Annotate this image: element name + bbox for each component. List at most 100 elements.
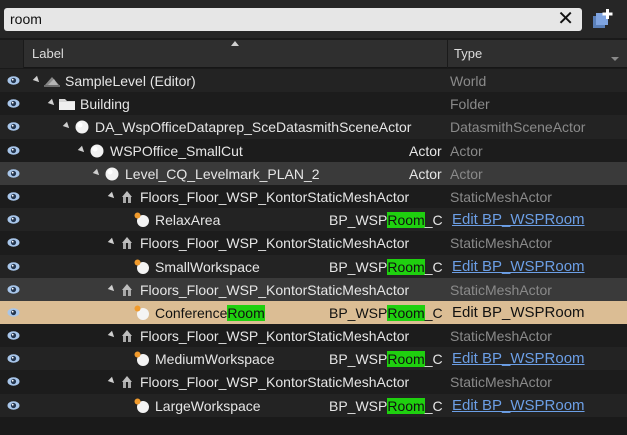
blueprint-actor-icon bbox=[133, 211, 151, 228]
blueprint-actor-icon bbox=[133, 397, 151, 414]
label-column-header[interactable]: Label bbox=[24, 40, 448, 68]
edit-blueprint-link[interactable]: Edit BP_WSPRoom bbox=[452, 258, 585, 275]
row-class-name: BP_WSPRoom_C bbox=[329, 304, 443, 321]
row-label: Floors_Floor_WSP_KontorStaticMeshActor bbox=[140, 281, 410, 298]
tree-row[interactable]: SampleLevel (Editor) World bbox=[0, 69, 627, 93]
tree-row[interactable]: Building Folder bbox=[0, 92, 627, 116]
label-column-title: Label bbox=[32, 46, 64, 61]
tree-row[interactable]: RelaxArea BP_WSPRoom_C Edit BP_WSPRoom bbox=[0, 208, 627, 232]
row-type: StaticMeshActor bbox=[450, 235, 552, 252]
search-match-highlight: Room bbox=[387, 212, 425, 229]
visibility-eye-icon[interactable] bbox=[7, 120, 20, 133]
static-mesh-icon bbox=[118, 188, 136, 205]
folder-icon bbox=[58, 95, 76, 112]
visibility-eye-icon[interactable] bbox=[7, 74, 20, 87]
expand-arrow-icon[interactable] bbox=[107, 284, 117, 293]
visibility-eye-icon[interactable] bbox=[7, 283, 20, 296]
search-input-value: room bbox=[10, 11, 42, 27]
visibility-eye-icon[interactable] bbox=[7, 213, 20, 226]
row-type: StaticMeshActor bbox=[450, 374, 552, 391]
expand-arrow-icon[interactable] bbox=[47, 98, 57, 108]
tree-row[interactable]: Floors_Floor_WSP_KontorStaticMeshActor St… bbox=[0, 184, 627, 209]
search-match-highlight: Room bbox=[387, 258, 425, 275]
visibility-eye-icon[interactable] bbox=[7, 306, 20, 319]
chevron-down-icon[interactable] bbox=[611, 57, 619, 61]
static-mesh-icon bbox=[118, 327, 136, 344]
visibility-eye-icon[interactable] bbox=[7, 190, 20, 203]
search-match-highlight: Room bbox=[387, 304, 425, 321]
row-label: Level_CQ_Levelmark_PLAN_2 bbox=[125, 165, 320, 182]
edit-blueprint-link[interactable]: Edit BP_WSPRoom bbox=[452, 304, 585, 321]
row-class-name: BP_WSPRoom_C bbox=[329, 258, 443, 275]
tree-row[interactable]: LargeWorkspace BP_WSPRoom_C Edit BP_WSPRoo… bbox=[0, 393, 627, 417]
row-type: StaticMeshActor bbox=[450, 188, 552, 205]
row-type: Folder bbox=[450, 96, 490, 113]
expand-arrow-icon[interactable] bbox=[32, 75, 42, 85]
row-label: MediumWorkspace bbox=[155, 351, 275, 368]
row-label: Floors_Floor_WSP_KontorStaticMeshActor bbox=[140, 188, 410, 205]
row-type: World bbox=[450, 73, 487, 89]
expand-arrow-icon[interactable] bbox=[77, 145, 87, 154]
blueprint-actor-icon bbox=[133, 258, 151, 275]
tree-row[interactable]: Level_CQ_Levelmark_PLAN_2 Actor Actor bbox=[0, 161, 627, 185]
row-label: WSPOffice_SmallCut bbox=[110, 142, 243, 159]
expand-arrow-icon[interactable] bbox=[107, 238, 117, 247]
visibility-eye-icon[interactable] bbox=[7, 236, 20, 249]
edit-blueprint-link[interactable]: Edit BP_WSPRoom bbox=[452, 350, 585, 367]
visibility-column-header[interactable] bbox=[0, 40, 24, 68]
tree-row[interactable]: Floors_Floor_WSP_KontorStaticMeshActor St… bbox=[0, 277, 627, 301]
expand-arrow-icon[interactable] bbox=[62, 122, 72, 131]
row-label: Floors_Floor_WSP_KontorStaticMeshActor bbox=[140, 328, 410, 345]
row-label: RelaxArea bbox=[155, 212, 221, 229]
visibility-eye-icon[interactable] bbox=[7, 144, 20, 157]
tree-row[interactable]: Floors_Floor_WSP_KontorStaticMeshActor St… bbox=[0, 324, 627, 348]
row-class-name: Actor bbox=[409, 165, 442, 182]
row-class-name: BP_WSPRoom_C bbox=[329, 212, 443, 229]
row-label: SampleLevel (Editor) bbox=[65, 73, 196, 89]
visibility-eye-icon[interactable] bbox=[7, 399, 20, 412]
add-actor-icon[interactable] bbox=[590, 8, 614, 32]
type-column-header[interactable]: Type bbox=[448, 40, 627, 68]
tree-row[interactable]: DA_WspOfficeDataprep_SceDatasmithSceneAc… bbox=[0, 115, 627, 139]
visibility-eye-icon[interactable] bbox=[7, 375, 20, 388]
search-input[interactable]: room ✕ bbox=[4, 8, 582, 31]
expand-arrow-icon[interactable] bbox=[107, 330, 117, 340]
outliner-tree: SampleLevel (Editor) World Building Folder D… bbox=[0, 69, 627, 417]
tree-row[interactable]: WSPOffice_SmallCut Actor Actor bbox=[0, 138, 627, 162]
row-type: Actor bbox=[450, 165, 483, 182]
search-match-highlight: Room bbox=[387, 351, 425, 368]
row-label: Floors_Floor_WSP_KontorStaticMeshActor bbox=[140, 374, 410, 391]
row-label: LargeWorkspace bbox=[155, 397, 261, 414]
row-type: DatasmithSceneActor bbox=[450, 119, 586, 136]
search-match-highlight: Room bbox=[387, 397, 425, 414]
tree-row[interactable]: MediumWorkspace BP_WSPRoom_C Edit BP_WSPRo… bbox=[0, 347, 627, 371]
tree-row[interactable]: SmallWorkspace BP_WSPRoom_C Edit BP_WSPRoo… bbox=[0, 254, 627, 278]
row-label: DA_WspOfficeDataprep_SceDatasmithSceneAc… bbox=[95, 119, 412, 136]
blueprint-actor-icon bbox=[133, 304, 151, 321]
tree-row[interactable]: Floors_Floor_WSP_KontorStaticMeshActor St… bbox=[0, 231, 627, 255]
actor-sphere-icon bbox=[73, 118, 91, 135]
row-type: Actor bbox=[450, 142, 483, 159]
edit-blueprint-link[interactable]: Edit BP_WSPRoom bbox=[452, 397, 585, 414]
tree-row[interactable]: Floors_Floor_WSP_KontorStaticMeshActor St… bbox=[0, 370, 627, 394]
tree-row[interactable]: ConferenceRoom BP_WSPRoom_C Edit BP_WSPRoo… bbox=[0, 300, 627, 325]
column-header: Label Type bbox=[0, 40, 627, 68]
visibility-eye-icon[interactable] bbox=[7, 352, 20, 365]
expand-arrow-icon[interactable] bbox=[107, 191, 117, 201]
search-toolbar: room ✕ bbox=[0, 0, 627, 38]
expand-arrow-icon[interactable] bbox=[92, 168, 102, 177]
actor-sphere-icon bbox=[103, 165, 121, 182]
world-icon bbox=[43, 72, 61, 89]
edit-blueprint-link[interactable]: Edit BP_WSPRoom bbox=[452, 211, 585, 228]
visibility-eye-icon[interactable] bbox=[7, 329, 20, 342]
row-type: StaticMeshActor bbox=[450, 281, 552, 298]
row-label: Floors_Floor_WSP_KontorStaticMeshActor bbox=[140, 235, 410, 252]
row-class-name: BP_WSPRoom_C bbox=[329, 351, 443, 368]
visibility-eye-icon[interactable] bbox=[7, 260, 20, 273]
close-icon[interactable]: ✕ bbox=[557, 8, 574, 31]
blueprint-actor-icon bbox=[133, 350, 151, 367]
visibility-eye-icon[interactable] bbox=[7, 97, 20, 110]
static-mesh-icon bbox=[118, 373, 136, 390]
visibility-eye-icon[interactable] bbox=[7, 167, 20, 180]
expand-arrow-icon[interactable] bbox=[107, 377, 117, 386]
